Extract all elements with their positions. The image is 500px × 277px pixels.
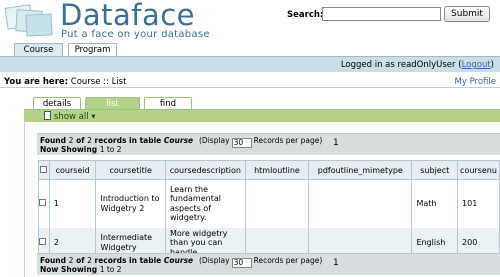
cell-htmloutline[interactable] xyxy=(244,179,310,228)
login-status: Logged in as readOnlyUser (Logout) xyxy=(341,60,494,70)
checkbox-icon[interactable] xyxy=(39,199,46,206)
login-close-paren: ) xyxy=(490,60,494,70)
logout-link[interactable]: Logout xyxy=(462,60,491,70)
col-header-coursetitle[interactable]: coursetitle xyxy=(95,160,166,180)
cell-coursetitle[interactable]: Introduction to Widgetry 2 xyxy=(95,179,166,228)
showing-range: 1 to 2 xyxy=(99,145,122,154)
table-name: Course xyxy=(163,256,194,265)
top-tabs: Course Program xyxy=(0,43,500,56)
login-bar: Logged in as readOnlyUser (Logout) xyxy=(0,56,500,72)
of-word: of xyxy=(76,256,85,265)
logo-title: Dataface xyxy=(60,0,196,32)
display-control: (Display 30 Records per page) xyxy=(199,136,322,148)
found-total: 2 xyxy=(87,256,92,265)
login-prefix: Logged in as xyxy=(340,60,398,70)
records-per-page-label: Records per page) xyxy=(253,256,323,265)
col-header-coursenumber[interactable]: coursenu xyxy=(457,160,500,180)
search-submit-button[interactable]: Submit xyxy=(444,6,490,22)
col-header-subject[interactable]: subject xyxy=(411,160,459,180)
breadcrumb-row: You are here: Course :: List My Profile xyxy=(0,76,500,88)
table-header-row: courseid coursetitle coursedescription h… xyxy=(38,160,500,180)
breadcrumb-label: You are here: xyxy=(4,77,69,87)
showing-range: 1 to 2 xyxy=(99,265,122,274)
show-all-label: show all xyxy=(54,112,89,122)
cell-coursenumber[interactable]: 101 xyxy=(457,179,500,228)
breadcrumb-path[interactable]: Course :: List xyxy=(68,77,127,87)
found-word: Found xyxy=(40,256,67,265)
now-showing-label: Now Showing xyxy=(40,265,98,274)
records-per-page-label: Records per page) xyxy=(253,136,323,145)
page-number[interactable]: 1 xyxy=(333,258,339,268)
logo-tagline: Put a face on your database xyxy=(61,29,210,40)
found-summary: Found 2 of 2 records in table Course Now… xyxy=(40,136,193,154)
dataface-logo-icon xyxy=(4,2,54,40)
result-summary-bottom: Found 2 of 2 records in table Course Now… xyxy=(37,253,500,275)
col-header-htmloutline[interactable]: htmloutline xyxy=(244,160,310,180)
now-showing-label: Now Showing xyxy=(40,145,98,154)
records-per-page-input[interactable]: 30 xyxy=(231,138,252,148)
show-all-link[interactable]: show all ▾ xyxy=(44,111,96,122)
row-select-cell[interactable] xyxy=(38,179,50,228)
tab-program[interactable]: Program xyxy=(68,43,117,56)
tab-course[interactable]: Course xyxy=(14,43,63,56)
checkbox-icon[interactable] xyxy=(39,238,46,245)
col-header-courseid[interactable]: courseid xyxy=(48,160,97,180)
of-word: of xyxy=(76,136,85,145)
cell-coursedescription[interactable]: Learn the fundamental aspects of widgetr… xyxy=(164,179,246,228)
table-row[interactable]: 1 Introduction to Widgetry 2 Learn the f… xyxy=(38,179,500,228)
page-number[interactable]: 1 xyxy=(333,138,339,148)
course-table: courseid coursetitle coursedescription h… xyxy=(38,160,500,258)
display-control: (Display 30 Records per page) xyxy=(199,256,322,268)
select-all-header[interactable] xyxy=(38,160,50,180)
my-profile-link[interactable]: My Profile xyxy=(455,77,497,87)
cell-pdfoutline-mimetype[interactable] xyxy=(308,179,413,228)
breadcrumb: You are here: Course :: List xyxy=(4,77,126,87)
list-panel: Found 2 of 2 records in table Course Now… xyxy=(24,122,500,277)
display-label: (Display xyxy=(199,136,230,145)
col-header-pdfoutline-mimetype[interactable]: pdfoutline_mimetype xyxy=(308,160,413,180)
found-summary: Found 2 of 2 records in table Course Now… xyxy=(40,256,193,274)
col-header-coursedescription[interactable]: coursedescription xyxy=(164,160,246,180)
found-total: 2 xyxy=(87,136,92,145)
actions-bar: show all ▾ xyxy=(24,109,500,122)
header: Dataface Put a face on your database Sea… xyxy=(0,0,500,44)
records-in-table-text: records in table xyxy=(94,136,162,145)
found-count: 2 xyxy=(68,256,74,265)
checkbox-icon[interactable] xyxy=(40,165,48,173)
search-input[interactable] xyxy=(322,7,441,21)
records-in-table-text: records in table xyxy=(94,256,162,265)
cell-subject[interactable]: Math xyxy=(411,179,459,228)
login-username: readOnlyUser xyxy=(397,60,456,70)
document-icon xyxy=(44,111,51,120)
result-summary-top: Found 2 of 2 records in table Course Now… xyxy=(37,133,500,155)
search-label: Search: xyxy=(287,10,324,20)
table-name: Course xyxy=(163,136,194,145)
display-label: (Display xyxy=(199,256,230,265)
cell-courseid[interactable]: 1 xyxy=(48,179,97,228)
records-per-page-input[interactable]: 30 xyxy=(231,258,252,268)
found-count: 2 xyxy=(68,136,74,145)
found-word: Found xyxy=(40,136,67,145)
